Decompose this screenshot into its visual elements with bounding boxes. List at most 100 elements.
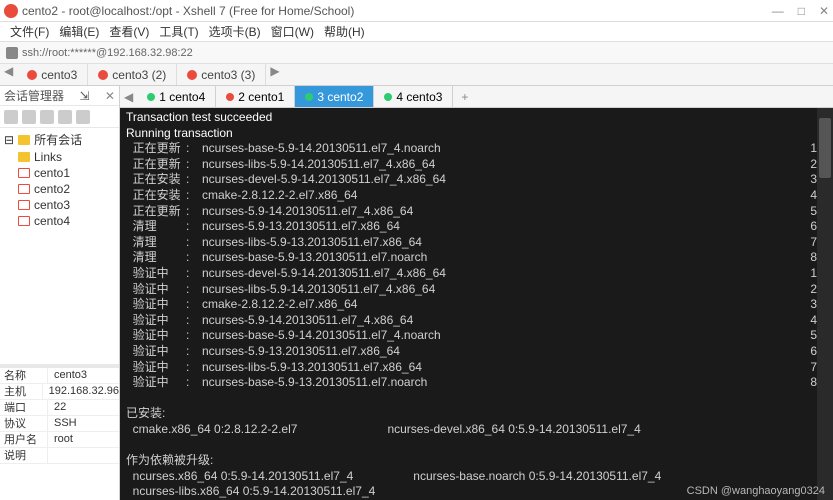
tab-label: 2 cento1 — [238, 90, 284, 104]
prop-row: 协议SSH — [0, 416, 119, 432]
term-line: Running transaction — [126, 126, 827, 142]
tree-label: cento1 — [34, 166, 70, 180]
prop-row: 主机192.168.32.96 — [0, 384, 119, 400]
terminal-tab-4[interactable]: 4 cento3 — [374, 86, 453, 107]
close-button[interactable]: ✕ — [819, 4, 829, 18]
prop-key: 端口 — [0, 399, 48, 415]
app-icon — [4, 4, 18, 18]
tree-item-cento1[interactable]: cento1 — [2, 165, 117, 181]
session-tree[interactable]: ⊟所有会话 Links cento1 cento2 cento3 cento4 — [0, 128, 119, 231]
term-line: 正在更新:ncurses-5.9-14.20130511.el7_4.x86_6… — [126, 204, 827, 220]
status-dot-icon — [384, 93, 392, 101]
terminal-tab-1[interactable]: 1 cento4 — [137, 86, 216, 107]
term-line: 正在安装:cmake-2.8.12.2-2.el7.x86_644/8 — [126, 188, 827, 204]
tab-prev[interactable]: ◀ — [0, 64, 17, 85]
tree-item-cento2[interactable]: cento2 — [2, 181, 117, 197]
tab-next[interactable]: ▶ — [266, 64, 283, 85]
scroll-thumb[interactable] — [819, 118, 831, 178]
menu-edit[interactable]: 编辑(E) — [55, 23, 103, 40]
new-folder-icon[interactable] — [22, 110, 36, 124]
maximize-button[interactable]: □ — [798, 4, 805, 18]
prop-row: 说明 — [0, 448, 119, 464]
term-line: 验证中:cmake-2.8.12.2-2.el7.x86_643/8 — [126, 297, 827, 313]
watermark: CSDN @wanghaoyang0324 — [687, 484, 825, 498]
terminal-scrollbar[interactable] — [817, 108, 833, 500]
panel-title: 会话管理器 — [4, 87, 64, 104]
term-line: 正在安装:ncurses-devel-5.9-14.20130511.el7_4… — [126, 172, 827, 188]
status-dot-icon — [226, 93, 234, 101]
term-line: cmake.x86_64 0:2.8.12.2-2.el7 ncurses-de… — [126, 422, 827, 438]
panel-close-icon[interactable]: ✕ — [105, 89, 115, 103]
tab-label: 4 cento3 — [396, 90, 442, 104]
session-icon — [18, 216, 30, 226]
tab-scroll-left[interactable]: ◀ — [120, 90, 137, 104]
connection-bar: ssh://root:******@192.168.32.98:22 — [0, 42, 833, 64]
term-line — [126, 437, 827, 453]
session-icon — [18, 184, 30, 194]
tree-item-cento4[interactable]: cento4 — [2, 213, 117, 229]
window-title: cento2 - root@localhost:/opt - Xshell 7 … — [22, 4, 772, 18]
menu-view[interactable]: 查看(V) — [105, 23, 153, 40]
prop-val: cento3 — [48, 369, 87, 381]
term-line — [126, 391, 827, 407]
menu-window[interactable]: 窗口(W) — [267, 23, 318, 40]
tree-toolbar — [0, 106, 119, 128]
folder-icon — [18, 152, 30, 162]
tab-label: 1 cento4 — [159, 90, 205, 104]
term-line: 验证中:ncurses-5.9-13.20130511.el7.x86_646/… — [126, 344, 827, 360]
term-line: 验证中:ncurses-base-5.9-13.20130511.el7.noa… — [126, 375, 827, 391]
terminal-tab-2[interactable]: 2 cento1 — [216, 86, 295, 107]
tree-label: 所有会话 — [34, 131, 82, 148]
terminal-tabs: ◀ 1 cento4 2 cento1 3 cento2 4 cento3 + — [120, 86, 833, 108]
prop-val: 192.168.32.96 — [43, 385, 119, 397]
small-tab-2[interactable]: cento3 (2) — [88, 64, 177, 85]
term-line: 正在更新:ncurses-base-5.9-14.20130511.el7_4.… — [126, 141, 827, 157]
new-session-icon[interactable] — [4, 110, 18, 124]
session-icon — [27, 70, 37, 80]
terminal-tab-3[interactable]: 3 cento2 — [295, 86, 374, 107]
tree-label: Links — [34, 150, 62, 164]
small-tab-label: cento3 — [41, 68, 77, 82]
small-tab-label: cento3 (3) — [201, 68, 255, 82]
tree-item-links[interactable]: Links — [2, 149, 117, 165]
delete-icon[interactable] — [58, 110, 72, 124]
small-tab-1[interactable]: cento3 — [17, 64, 88, 85]
term-line: 作为依赖被升级: — [126, 453, 827, 469]
prop-row: 端口22 — [0, 400, 119, 416]
tree-label: cento2 — [34, 182, 70, 196]
tree-item-cento3[interactable]: cento3 — [2, 197, 117, 213]
prop-key: 协议 — [0, 415, 48, 431]
prop-key: 用户名 — [0, 431, 48, 447]
status-dot-icon — [305, 93, 313, 101]
panel-pin-icon[interactable]: ⇲ — [79, 89, 89, 103]
copy-icon[interactable] — [40, 110, 54, 124]
folder-icon — [18, 135, 30, 145]
add-tab-button[interactable]: + — [453, 90, 476, 104]
term-line: 清理:ncurses-base-5.9-13.20130511.el7.noar… — [126, 250, 827, 266]
session-icon — [18, 168, 30, 178]
tree-root[interactable]: ⊟所有会话 — [2, 130, 117, 149]
properties-grid: 名称cento3 主机192.168.32.96 端口22 协议SSH 用户名r… — [0, 368, 119, 500]
term-line: 验证中:ncurses-devel-5.9-14.20130511.el7_4.… — [126, 266, 827, 282]
connection-string[interactable]: ssh://root:******@192.168.32.98:22 — [22, 47, 193, 59]
prop-val: 22 — [48, 401, 66, 413]
term-line: ncurses.x86_64 0:5.9-14.20130511.el7_4 n… — [126, 469, 827, 485]
term-line: 清理:ncurses-libs-5.9-13.20130511.el7.x86_… — [126, 235, 827, 251]
menu-tools[interactable]: 工具(T) — [155, 23, 202, 40]
menu-help[interactable]: 帮助(H) — [320, 23, 369, 40]
menu-tabs[interactable]: 选项卡(B) — [205, 23, 265, 40]
menu-file[interactable]: 文件(F) — [6, 23, 53, 40]
prop-key: 名称 — [0, 368, 48, 384]
term-line: 正在更新:ncurses-libs-5.9-14.20130511.el7_4.… — [126, 157, 827, 173]
menubar: 文件(F) 编辑(E) 查看(V) 工具(T) 选项卡(B) 窗口(W) 帮助(… — [0, 22, 833, 42]
lock-icon — [6, 47, 18, 59]
prop-val: root — [48, 433, 73, 445]
small-tab-3[interactable]: cento3 (3) — [177, 64, 266, 85]
terminal-output[interactable]: Transaction test succeeded Running trans… — [120, 108, 833, 500]
props-icon[interactable] — [76, 110, 90, 124]
session-tabs-row: ◀ cento3 cento3 (2) cento3 (3) ▶ — [0, 64, 833, 86]
term-line: Transaction test succeeded — [126, 110, 827, 126]
tree-label: cento3 — [34, 198, 70, 212]
minimize-button[interactable]: — — [772, 4, 784, 18]
term-line: 验证中:ncurses-libs-5.9-14.20130511.el7_4.x… — [126, 282, 827, 298]
